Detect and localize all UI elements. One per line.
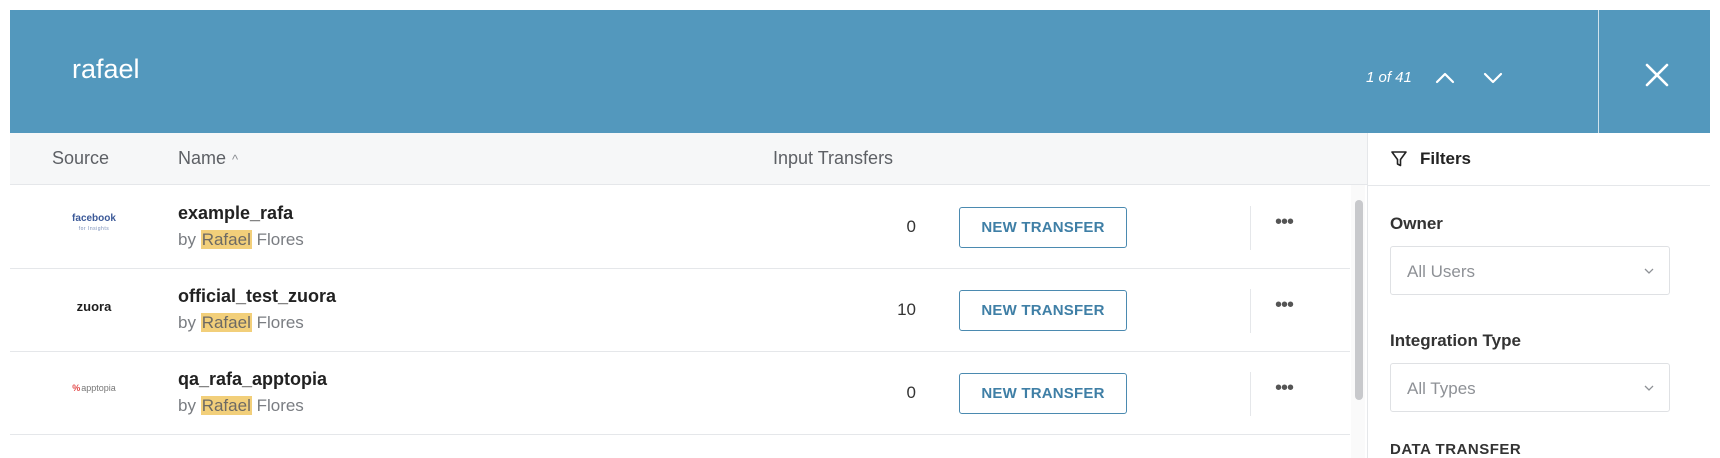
table-row[interactable]: facebook for Insights example_rafa by Raf…	[10, 186, 1350, 269]
input-transfers-count: 10	[897, 300, 916, 319]
owner-prefix: by	[178, 230, 196, 249]
owner-rest: Flores	[256, 396, 304, 415]
next-match-button[interactable]	[1481, 66, 1505, 90]
row-owner: by Rafael Flores	[178, 230, 304, 250]
header-divider	[1598, 10, 1599, 133]
filters-header: Filters	[1368, 133, 1710, 186]
integration-type-select-value: All Types	[1407, 379, 1476, 398]
owner-highlight: Rafael	[200, 313, 252, 332]
owner-filter-label: Owner	[1390, 214, 1443, 233]
match-count: 1 of 41	[1366, 69, 1412, 86]
close-button[interactable]	[1640, 58, 1674, 92]
chevron-down-icon	[1483, 72, 1503, 84]
column-header-source: Source	[52, 148, 110, 168]
scrollbar-thumb[interactable]	[1355, 200, 1363, 400]
apptopia-logo-mark: %	[72, 383, 81, 393]
owner-select-value: All Users	[1407, 262, 1476, 281]
facebook-logo: facebook for Insights	[50, 214, 138, 234]
owner-prefix: by	[178, 396, 196, 415]
row-divider	[1250, 289, 1251, 333]
table-header: Source Name ^ Input Transfers	[10, 133, 1367, 185]
facebook-logo-subtext: for Insights	[78, 226, 110, 232]
integration-type-filter-label: Integration Type	[1390, 331, 1521, 350]
row-name[interactable]: official_test_zuora	[178, 286, 336, 307]
row-divider	[1250, 206, 1251, 250]
owner-rest: Flores	[256, 230, 304, 249]
filter-icon	[1391, 151, 1407, 167]
column-header-name[interactable]: Name ^	[178, 148, 238, 169]
owner-rest: Flores	[256, 313, 304, 332]
more-options-icon[interactable]: •••	[1272, 378, 1296, 403]
new-transfer-button[interactable]: NEW TRANSFER	[959, 373, 1127, 414]
chevron-up-icon	[1435, 72, 1455, 84]
row-owner: by Rafael Flores	[178, 313, 304, 333]
row-divider	[1250, 372, 1251, 416]
sort-ascending-icon: ^	[232, 152, 239, 167]
new-transfer-button[interactable]: NEW TRANSFER	[959, 207, 1127, 248]
search-header: rafael 1 of 41	[10, 10, 1710, 133]
row-name[interactable]: qa_rafa_apptopia	[178, 369, 327, 390]
previous-match-button[interactable]	[1433, 66, 1457, 90]
zuora-logo: zuora	[76, 299, 112, 314]
owner-highlight: Rafael	[200, 230, 252, 249]
apptopia-logo-text: apptopia	[81, 383, 116, 393]
filters-sidebar: Filters Owner All Users Integration Type…	[1367, 133, 1710, 458]
integration-type-select[interactable]: All Types	[1390, 363, 1670, 412]
chevron-down-icon	[1644, 385, 1654, 391]
table-row[interactable]: zuora official_test_zuora by Rafael Flor…	[10, 269, 1350, 352]
apptopia-logo: %apptopia	[50, 383, 138, 393]
input-transfers-count: 0	[906, 217, 916, 236]
row-name[interactable]: example_rafa	[178, 203, 293, 224]
facebook-logo-text: facebook	[72, 213, 116, 224]
column-header-input-transfers: Input Transfers	[773, 148, 894, 168]
owner-prefix: by	[178, 313, 196, 332]
column-header-name-label: Name	[178, 148, 227, 168]
search-results-panel: rafael 1 of 41 Source Name ^ Input Transf…	[10, 10, 1710, 458]
search-query[interactable]: rafael	[72, 54, 140, 85]
input-transfers-count: 0	[906, 383, 916, 402]
more-options-icon[interactable]: •••	[1272, 212, 1296, 237]
data-transfer-filter-label: DATA TRANSFER	[1390, 441, 1522, 458]
new-transfer-button[interactable]: NEW TRANSFER	[959, 290, 1127, 331]
results-table: Source Name ^ Input Transfers facebook for…	[10, 133, 1367, 458]
chevron-down-icon	[1644, 268, 1654, 274]
owner-highlight: Rafael	[200, 396, 252, 415]
more-options-icon[interactable]: •••	[1272, 295, 1296, 320]
table-row[interactable]: %apptopia qa_rafa_apptopia by Rafael Flo…	[10, 352, 1350, 435]
close-icon	[1645, 63, 1669, 87]
owner-select[interactable]: All Users	[1390, 246, 1670, 295]
row-owner: by Rafael Flores	[178, 396, 304, 416]
filters-title: Filters	[1420, 149, 1472, 168]
